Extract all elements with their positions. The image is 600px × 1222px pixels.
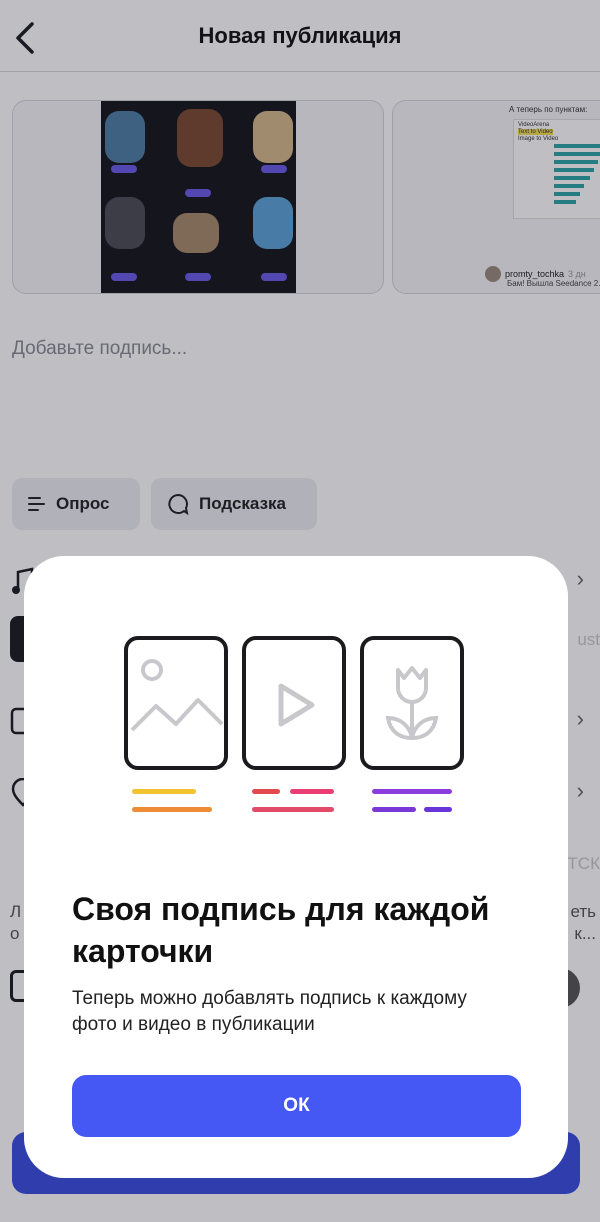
caption-line (252, 807, 334, 812)
dialog-text: Теперь можно добавлять подпись к каждому… (72, 988, 467, 1035)
caption-line (132, 807, 212, 812)
landscape-image-icon (130, 659, 224, 732)
caption-line (372, 789, 452, 794)
caption-line (372, 807, 416, 812)
cards-illustration (124, 636, 470, 816)
ok-button[interactable]: ОК (72, 1075, 521, 1137)
dialog-title: Своя подпись для каждой карточки (72, 891, 490, 969)
caption-line (252, 789, 280, 794)
flower-card (360, 636, 464, 770)
tulip-icon (385, 666, 439, 741)
caption-line (132, 789, 196, 794)
photo-card (124, 636, 228, 770)
caption-line (290, 789, 334, 794)
video-card (242, 636, 346, 770)
feature-dialog: Своя подпись для каждой карточки Теперь … (24, 556, 568, 1178)
caption-line (424, 807, 452, 812)
play-icon (278, 683, 315, 727)
